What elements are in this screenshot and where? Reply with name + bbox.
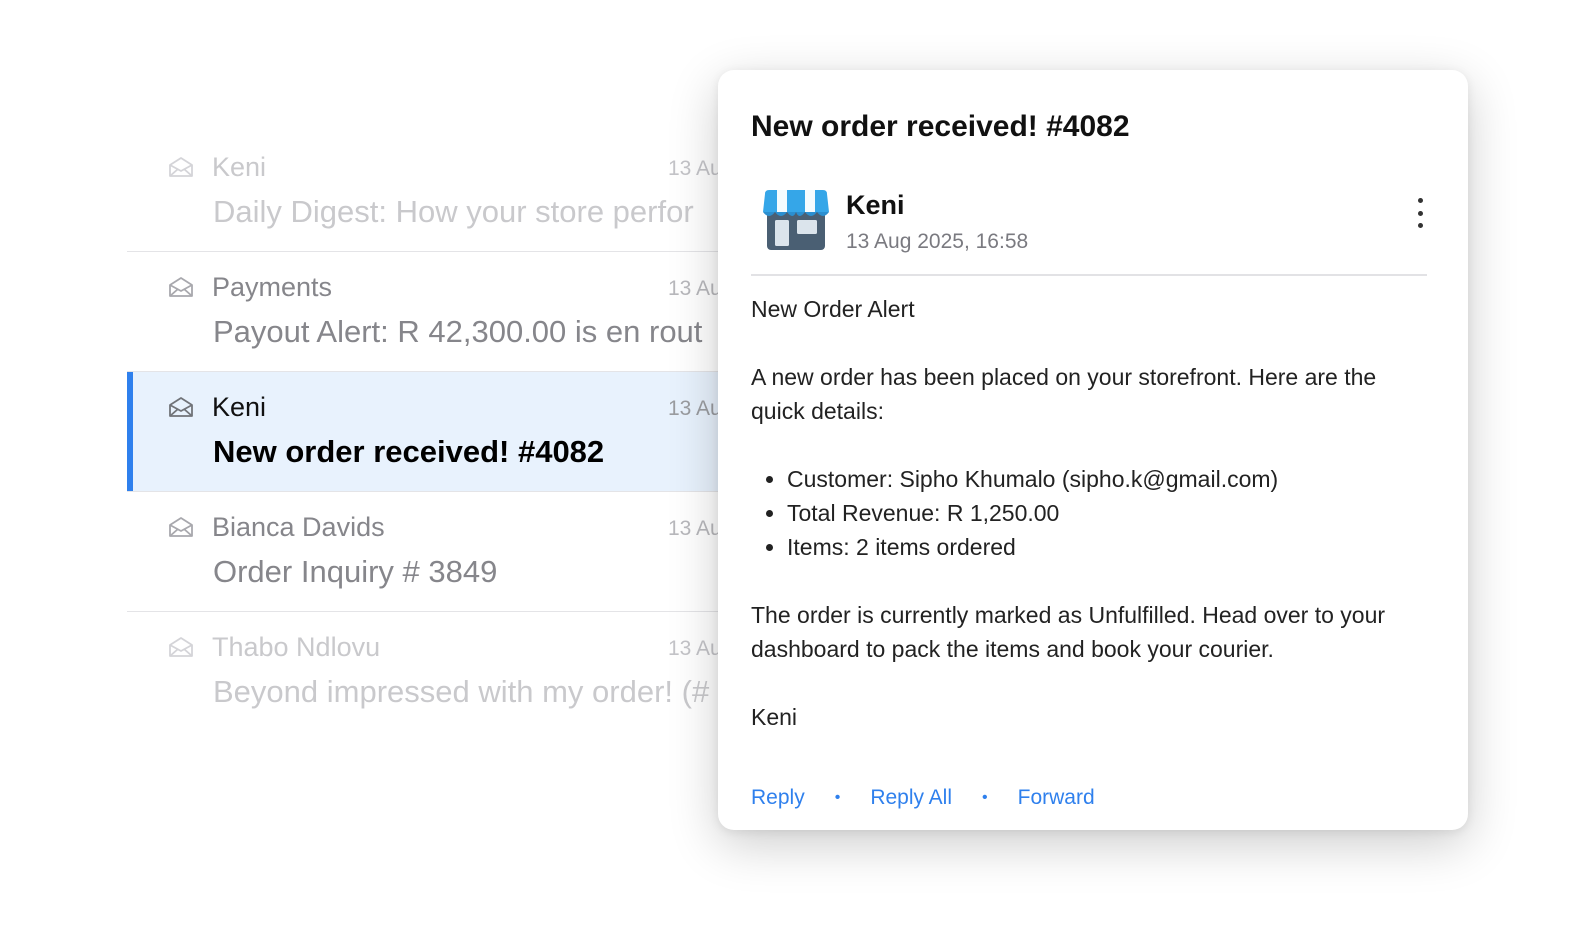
list-item[interactable]: Keni 13 Au Daily Digest: How your store … xyxy=(127,132,767,252)
list-item[interactable]: Payments 13 Au Payout Alert: R 42,300.00… xyxy=(127,252,767,372)
more-vertical-icon[interactable] xyxy=(1408,198,1432,228)
forward-link[interactable]: Forward xyxy=(1018,786,1095,810)
email-detail-panel: New order received! #4082 Keni 13 Aug 20… xyxy=(718,70,1468,830)
email-subject: Order Inquiry # 3849 xyxy=(213,554,498,589)
reply-all-link[interactable]: Reply All xyxy=(870,786,952,810)
header-divider xyxy=(751,274,1427,276)
email-date: 13 Au xyxy=(668,517,722,540)
email-date: 13 Au xyxy=(668,157,722,180)
email-body: New Order Alert A new order has been pla… xyxy=(751,292,1431,734)
email-title: New order received! #4082 xyxy=(751,110,1130,143)
order-details-list: Customer: Sipho Khumalo (sipho.k@gmail.c… xyxy=(751,462,1431,564)
email-date: 13 Au xyxy=(668,277,722,300)
separator-dot: • xyxy=(834,789,841,806)
email-subject: Beyond impressed with my order! (# xyxy=(213,674,710,709)
open-envelope-icon xyxy=(169,277,193,297)
storefront-icon xyxy=(763,190,829,250)
list-item-selected[interactable]: Keni 13 Au New order received! #4082 xyxy=(127,372,767,492)
detail-items: Items: 2 items ordered xyxy=(787,530,1431,564)
open-envelope-icon xyxy=(169,397,193,417)
email-date: 13 Au xyxy=(668,397,722,420)
email-subject: Daily Digest: How your store perfor xyxy=(213,194,694,229)
body-intro: A new order has been placed on your stor… xyxy=(751,364,1377,424)
email-subject: Payout Alert: R 42,300.00 is en rout xyxy=(213,314,703,349)
open-envelope-icon xyxy=(169,517,193,537)
detail-revenue: Total Revenue: R 1,250.00 xyxy=(787,496,1431,530)
sender-name: Keni xyxy=(846,190,905,220)
sender-name: Keni xyxy=(212,392,267,422)
email-date: 13 Au xyxy=(668,637,722,660)
open-envelope-icon xyxy=(169,637,193,657)
email-actions: Reply • Reply All • Forward xyxy=(751,786,1095,810)
body-outro: The order is currently marked as Unfulfi… xyxy=(751,602,1386,662)
sender-name: Keni xyxy=(212,152,267,182)
body-signature: Keni xyxy=(751,704,798,730)
list-item[interactable]: Bianca Davids 13 Au Order Inquiry # 3849 xyxy=(127,492,767,612)
body-greeting: New Order Alert xyxy=(751,296,915,322)
open-envelope-icon xyxy=(169,157,193,177)
inbox-list: Keni 13 Au Daily Digest: How your store … xyxy=(127,132,767,732)
detail-customer: Customer: Sipho Khumalo (sipho.k@gmail.c… xyxy=(787,462,1431,496)
sender-name: Bianca Davids xyxy=(212,512,385,542)
sender-name: Thabo Ndlovu xyxy=(212,632,381,662)
list-item[interactable]: Thabo Ndlovu 13 Au Beyond impressed with… xyxy=(127,612,767,732)
sent-timestamp: 13 Aug 2025, 16:58 xyxy=(846,230,1029,253)
email-subject: New order received! #4082 xyxy=(213,434,605,469)
sender-name: Payments xyxy=(212,272,333,302)
separator-dot: • xyxy=(982,789,988,806)
reply-link[interactable]: Reply xyxy=(751,786,805,810)
